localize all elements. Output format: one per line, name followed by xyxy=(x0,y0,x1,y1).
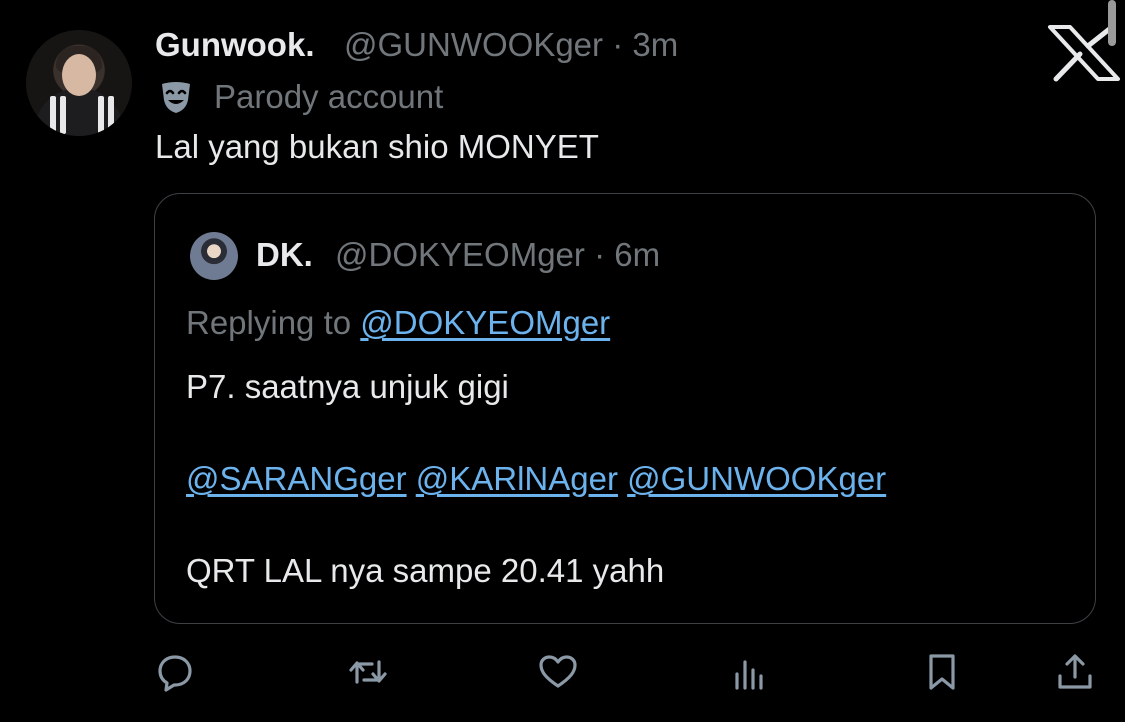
quoted-author-name[interactable]: DK. xyxy=(256,236,313,274)
author-handle[interactable]: @GUNWOOKger xyxy=(344,26,603,63)
separator: · xyxy=(594,236,606,273)
views-icon xyxy=(735,660,763,690)
author-name[interactable]: Gunwook. xyxy=(155,26,315,64)
reply-icon xyxy=(158,655,192,692)
separator: · xyxy=(612,26,624,63)
quoted-author-avatar[interactable] xyxy=(190,232,238,280)
quoted-text-line-1: P7. saatnya unjuk gigi xyxy=(186,368,509,405)
share-button[interactable] xyxy=(1055,652,1095,692)
repost-icon xyxy=(349,660,387,684)
bookmark-button[interactable] xyxy=(922,652,962,692)
mention-link[interactable]: @SARANGger xyxy=(186,460,407,497)
like-icon xyxy=(539,655,577,688)
views-button[interactable] xyxy=(731,652,771,692)
author-handle-line: @GUNWOOKger · 3m xyxy=(344,26,678,64)
tweet-text: Lal yang bukan shio MONYET xyxy=(155,128,599,165)
replying-to-link[interactable]: @DOKYEOMger xyxy=(360,304,610,341)
share-icon xyxy=(1058,654,1092,689)
reply-button[interactable] xyxy=(155,652,195,692)
bookmark-icon xyxy=(929,654,955,690)
quoted-text-line-3: QRT LAL nya sampe 20.41 yahh xyxy=(186,552,665,589)
like-button[interactable] xyxy=(538,652,578,692)
quoted-mentions: @SARANGger @KARlNAger @GUNWOOKger xyxy=(186,460,886,498)
replying-to-line: Replying to @DOKYEOMger xyxy=(186,304,610,342)
repost-button[interactable] xyxy=(348,652,388,692)
quoted-author-handle-line: @DOKYEOMger · 6m xyxy=(335,236,660,274)
quoted-author-handle[interactable]: @DOKYEOMger xyxy=(335,236,585,273)
mention-link[interactable]: @KARlNAger xyxy=(416,460,618,497)
mention-link[interactable]: @GUNWOOKger xyxy=(627,460,886,497)
replying-prefix: Replying to xyxy=(186,304,352,341)
author-avatar[interactable] xyxy=(26,30,132,136)
theater-mask-icon xyxy=(157,78,195,116)
quoted-tweet-time[interactable]: 6m xyxy=(614,236,660,273)
tweet-time[interactable]: 3m xyxy=(632,26,678,63)
parody-account-label: Parody account xyxy=(214,78,444,115)
scrollbar-thumb[interactable] xyxy=(1108,0,1116,46)
